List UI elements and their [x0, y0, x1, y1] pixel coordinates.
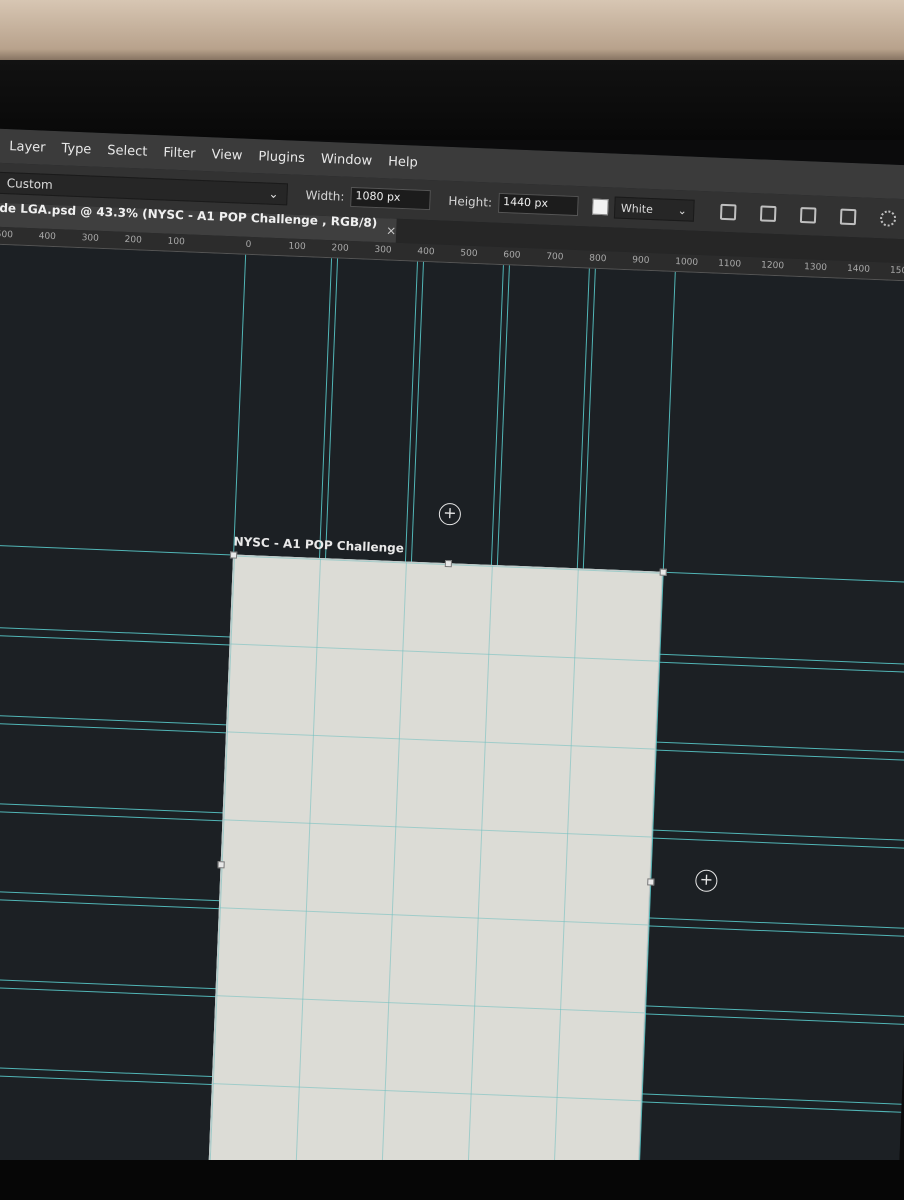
ruler-label: 700 [546, 251, 564, 263]
add-artboard-icon[interactable] [799, 206, 817, 224]
ruler-label: 1000 [674, 257, 699, 268]
menu-plugins[interactable]: Plugins [258, 149, 305, 166]
ruler-label: 200 [124, 234, 143, 246]
resize-handle[interactable] [229, 551, 238, 559]
ruler-label: 1200 [760, 260, 785, 272]
monitor-bezel-bottom [0, 1160, 904, 1200]
menu-filter[interactable]: Filter [163, 145, 196, 161]
artboard-canvas[interactable] [208, 554, 663, 1192]
close-icon[interactable]: × [386, 223, 397, 237]
menu-type[interactable]: Type [61, 141, 91, 157]
artboard-tool-icons [719, 203, 897, 227]
ruler-label: 800 [589, 253, 607, 265]
ruler-label: 100 [167, 236, 185, 248]
ruler-label: 300 [81, 233, 100, 244]
ruler-label: 400 [38, 231, 57, 243]
ruler-label: 900 [632, 255, 650, 266]
background-dropdown[interactable]: White ⌄ [613, 196, 695, 222]
width-label: Width: [305, 188, 345, 204]
ruler-label: 0 [245, 239, 252, 250]
portrait-orientation-icon[interactable] [719, 203, 737, 221]
preset-value: Custom [6, 176, 54, 192]
monitor-bezel [0, 60, 904, 140]
ruler-label: 1300 [803, 262, 828, 274]
add-artboard-top-plus-icon[interactable]: + [438, 502, 462, 526]
ruler-label: 1400 [846, 263, 871, 275]
resize-handle[interactable] [647, 878, 655, 886]
width-field[interactable]: 1080 px [350, 186, 431, 211]
height-label: Height: [448, 193, 493, 210]
menu-layer[interactable]: Layer [9, 139, 46, 155]
gear-icon[interactable] [879, 210, 897, 227]
height-field[interactable]: 1440 px [497, 192, 579, 217]
ruler-label: 100 [288, 241, 306, 253]
ruler-label: 200 [331, 243, 349, 254]
menu-select[interactable]: Select [107, 143, 148, 160]
ruler-label: 300 [374, 244, 392, 256]
menu-window[interactable]: Window [321, 151, 373, 168]
preset-dropdown[interactable]: Custom ⌄ [0, 171, 289, 206]
ruler-label: 500 [0, 229, 14, 241]
landscape-orientation-icon[interactable] [759, 205, 777, 223]
align-icon[interactable] [839, 208, 857, 226]
ruler-label: 500 [460, 248, 478, 260]
menu-help[interactable]: Help [388, 154, 418, 170]
ruler-label: 600 [503, 250, 521, 261]
add-artboard-right-plus-icon[interactable]: + [694, 869, 718, 893]
ruler-label: 1500 [889, 265, 904, 277]
ruler-label: 400 [417, 246, 435, 258]
photoshop-window: Layer Type Select Filter View Plugins Wi… [0, 128, 904, 1200]
resize-handle[interactable] [659, 568, 667, 576]
pasteboard[interactable]: NYSC - A1 POP Challenge + + + [0, 243, 904, 1200]
background-value: White [620, 201, 654, 216]
resize-handle[interactable] [444, 560, 453, 568]
chevron-down-icon: ⌄ [677, 203, 688, 217]
menu-view[interactable]: View [211, 147, 242, 163]
background-color-swatch[interactable] [591, 198, 609, 216]
ruler-label: 1100 [717, 258, 742, 270]
chevron-down-icon: ⌄ [268, 186, 279, 202]
resize-handle[interactable] [217, 861, 225, 869]
